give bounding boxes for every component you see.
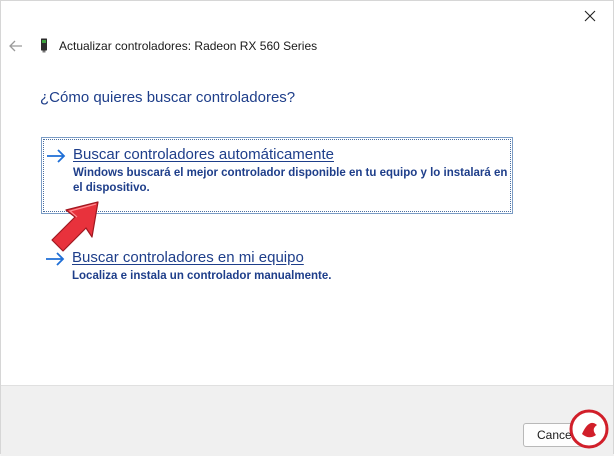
back-button[interactable] <box>7 37 25 55</box>
dialog-footer: Cancelar <box>1 385 613 456</box>
watermark-logo-icon <box>569 409 609 449</box>
page-heading: ¿Cómo quieres buscar controladores? <box>40 89 296 106</box>
option-title: Buscar controladores automáticamente <box>73 146 334 163</box>
option-description: Localiza e instala un controlador manual… <box>72 270 332 282</box>
arrow-right-icon <box>47 149 66 163</box>
dialog-header: Actualizar controladores: Radeon RX 560 … <box>1 31 613 61</box>
browse-computer-option[interactable]: Buscar controladores en mi equipo Locali… <box>41 241 513 291</box>
graphics-card-icon <box>41 38 47 53</box>
search-automatically-option[interactable]: Buscar controladores automáticamente Win… <box>41 137 513 214</box>
close-button[interactable] <box>567 1 613 31</box>
driver-update-dialog: Actualizar controladores: Radeon RX 560 … <box>0 0 614 456</box>
option-title: Buscar controladores en mi equipo <box>72 249 304 266</box>
option-description: Windows buscará el mejor controlador dis… <box>73 167 508 194</box>
red-pointer-arrow-icon <box>51 201 99 252</box>
dialog-title: Actualizar controladores: Radeon RX 560 … <box>59 39 318 53</box>
close-icon <box>584 10 596 22</box>
back-arrow-icon <box>9 40 22 52</box>
